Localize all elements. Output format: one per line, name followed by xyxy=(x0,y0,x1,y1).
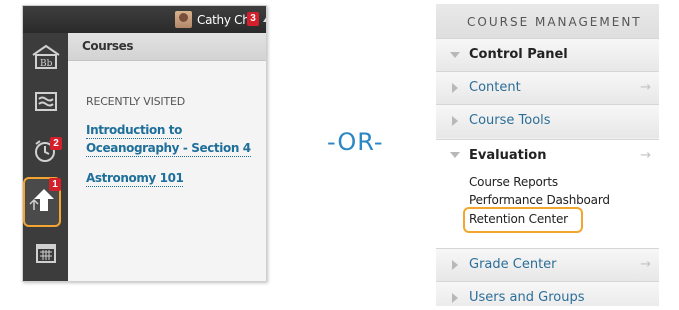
chevron-down-icon xyxy=(450,152,460,158)
arrow-right-icon[interactable]: → xyxy=(640,257,651,272)
chevron-down-icon xyxy=(450,52,460,58)
course-link-intro-oceanography-line2[interactable]: Oceanography - Section 4 xyxy=(86,141,251,157)
menu-item-content[interactable]: Content → xyxy=(436,71,659,105)
submenu-course-reports[interactable]: Course Reports xyxy=(469,175,558,189)
chevron-right-icon xyxy=(452,116,458,126)
user-avatar[interactable] xyxy=(175,11,192,28)
or-separator: -OR- xyxy=(327,128,384,156)
icon-rail: Bb 2 1 xyxy=(23,33,68,281)
caret-up-icon[interactable] xyxy=(263,16,266,22)
menu-item-course-tools[interactable]: Course Tools xyxy=(436,104,659,138)
course-link-astronomy-101[interactable]: Astronomy 101 xyxy=(86,171,184,187)
arrow-right-icon[interactable]: → xyxy=(640,80,651,95)
calendar-icon[interactable] xyxy=(31,239,61,267)
retention-center-highlight xyxy=(463,207,583,233)
menu-item-label: Content xyxy=(469,80,521,95)
course-link-intro-oceanography-line1[interactable]: Introduction to xyxy=(86,123,182,139)
menu-item-label: Control Panel xyxy=(469,47,568,62)
chevron-right-icon xyxy=(452,260,458,270)
arrow-right-icon[interactable]: → xyxy=(640,148,651,163)
blackboard-logo-icon[interactable]: Bb xyxy=(31,43,61,71)
chevron-right-icon xyxy=(452,293,458,303)
menu-item-control-panel[interactable]: Control Panel xyxy=(436,38,659,72)
courses-header: Courses xyxy=(68,33,266,61)
courses-title: Courses xyxy=(82,39,134,53)
chevron-right-icon xyxy=(452,83,458,93)
menu-item-label: Users and Groups xyxy=(469,290,585,305)
courses-panel: Courses RECENTLY VISITED Introduction to… xyxy=(68,33,266,281)
menu-item-evaluation[interactable]: Evaluation xyxy=(469,148,546,163)
global-nav-top-bar: Cathy Chu 3 xyxy=(23,6,266,33)
due-dates-badge: 2 xyxy=(50,137,62,150)
notification-badge[interactable]: 3 xyxy=(247,12,259,26)
menu-item-grade-center[interactable]: Grade Center → xyxy=(436,248,659,282)
global-navigation-menu: Cathy Chu 3 Bb 2 1 Courses RECENTLY VISI… xyxy=(22,5,267,282)
menu-item-label: Grade Center xyxy=(469,257,557,272)
menu-item-label: Course Tools xyxy=(469,113,551,128)
stream-icon[interactable] xyxy=(31,88,61,116)
course-management-header: COURSE MANAGEMENT xyxy=(436,4,659,38)
course-management-title: COURSE MANAGEMENT xyxy=(467,15,642,29)
activity-badge: 1 xyxy=(49,178,61,191)
menu-item-users-and-groups[interactable]: Users and Groups xyxy=(436,281,659,306)
recently-visited-label: RECENTLY VISITED xyxy=(86,95,185,108)
submenu-performance-dashboard[interactable]: Performance Dashboard xyxy=(469,193,610,207)
svg-text:Bb: Bb xyxy=(40,59,53,69)
course-management-menu: COURSE MANAGEMENT Control Panel Content … xyxy=(436,4,659,306)
